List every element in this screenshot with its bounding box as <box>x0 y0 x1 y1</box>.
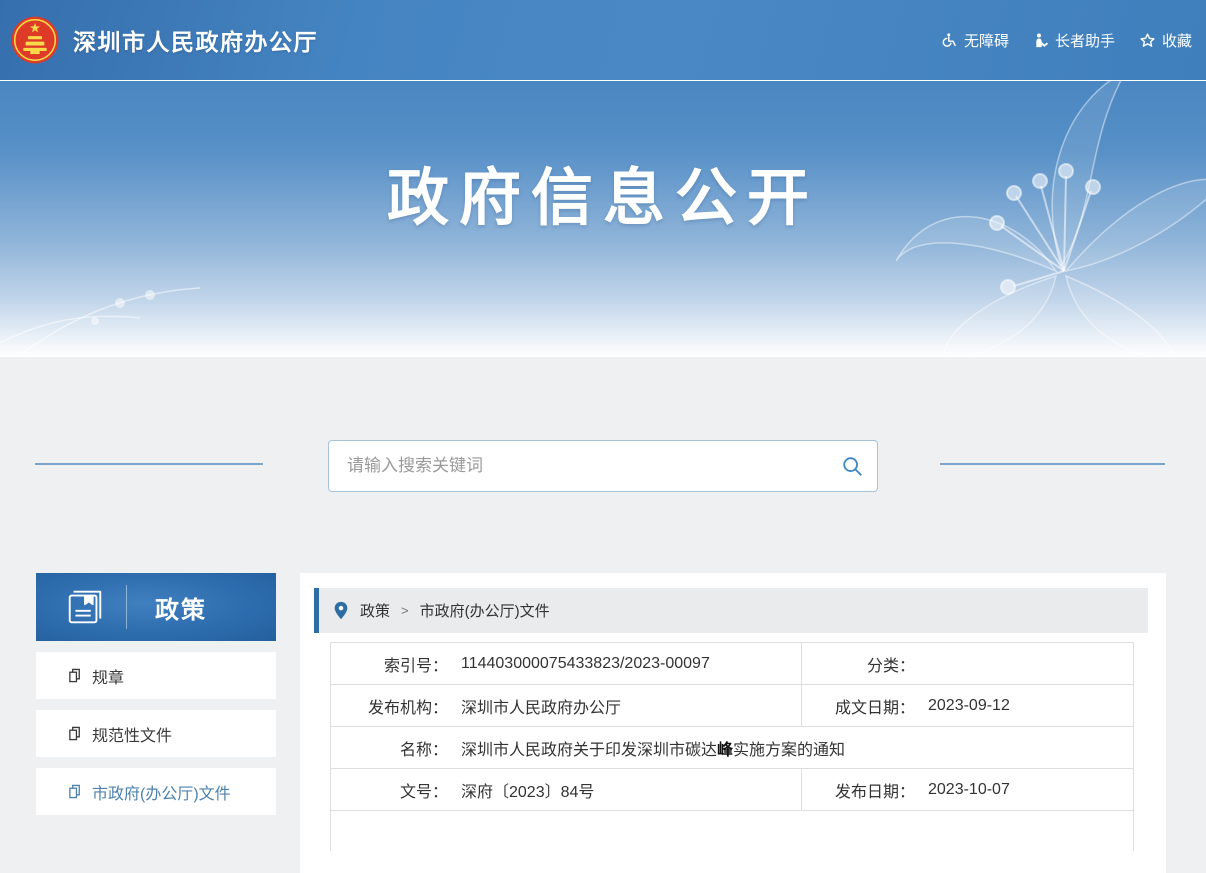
sidebar-header-divider <box>126 585 127 629</box>
document-icon <box>68 726 83 741</box>
elder-assistant-label: 长者助手 <box>1055 30 1115 51</box>
document-detail-card: 政策 > 市政府(办公厅)文件 索引号： 114403000075433823/… <box>300 573 1166 873</box>
accessibility-label: 无障碍 <box>964 30 1009 51</box>
page-title: 政府信息公开 <box>0 147 1206 237</box>
site-title[interactable]: 深圳市人民政府办公厅 <box>73 23 318 57</box>
location-pin-icon <box>333 601 349 620</box>
breadcrumb: 政策 > 市政府(办公厅)文件 <box>314 588 1148 633</box>
banner: 政府信息公开 <box>0 80 1206 357</box>
doc-number-label: 文号： <box>331 778 448 802</box>
breadcrumb-separator: > <box>401 603 409 618</box>
table-row-doc-number: 文号： 深府〔2023〕84号 发布日期： 2023-10-07 <box>331 769 1133 811</box>
table-row-agency: 发布机构： 深圳市人民政府办公厅 成文日期： 2023-09-12 <box>331 685 1133 727</box>
index-number-value: 114403000075433823/2023-00097 <box>461 655 710 673</box>
sidebar-item-regulations[interactable]: 规章 <box>36 652 276 699</box>
search-button[interactable] <box>841 455 863 477</box>
sidebar-item-label: 规范性文件 <box>92 722 172 746</box>
sidebar-item-normative-documents[interactable]: 规范性文件 <box>36 710 276 757</box>
left-decorative-line <box>35 463 263 465</box>
star-icon <box>1139 32 1156 49</box>
national-emblem-icon <box>10 15 60 65</box>
search-box <box>328 440 878 492</box>
index-number-label: 索引号： <box>331 652 448 676</box>
table-row-index: 索引号： 114403000075433823/2023-00097 分类： <box>331 643 1133 685</box>
search-input[interactable] <box>329 456 841 476</box>
breadcrumb-root[interactable]: 政策 <box>360 600 390 621</box>
document-meta-table: 索引号： 114403000075433823/2023-00097 分类： 发… <box>330 642 1134 851</box>
table-row-name: 名称： 深圳市人民政府关于印发深圳市碳达峰实施方案的通知 <box>331 727 1133 769</box>
category-label: 分类： <box>802 652 915 676</box>
publish-date-value: 2023-10-07 <box>928 781 1010 799</box>
written-date-value: 2023-09-12 <box>928 697 1010 715</box>
written-date-label: 成文日期： <box>802 694 915 718</box>
document-name-label: 名称： <box>331 736 448 760</box>
sidebar-item-municipal-government-documents[interactable]: 市政府(办公厅)文件 <box>36 768 276 815</box>
right-decorative-line <box>940 463 1165 465</box>
policy-book-icon <box>64 586 106 628</box>
topbar-links: 无障碍 长者助手 收藏 <box>941 0 1192 80</box>
doc-number-value: 深府〔2023〕84号 <box>461 778 594 802</box>
wheelchair-icon <box>941 32 958 49</box>
elder-assistant-link[interactable]: 长者助手 <box>1033 30 1115 51</box>
accessibility-link[interactable]: 无障碍 <box>941 30 1009 51</box>
table-row-partial <box>331 811 1133 851</box>
topbar: 深圳市人民政府办公厅 无障碍 长者助手 收藏 <box>0 0 1206 80</box>
favorite-link[interactable]: 收藏 <box>1139 30 1192 51</box>
sidebar-item-label: 市政府(办公厅)文件 <box>92 780 231 804</box>
issuing-agency-label: 发布机构： <box>331 694 448 718</box>
document-name-value: 深圳市人民政府关于印发深圳市碳达峰实施方案的通知 <box>461 736 845 760</box>
flower-sprig-decoration <box>0 233 260 357</box>
document-icon <box>68 668 83 683</box>
publish-date-label: 发布日期： <box>802 778 915 802</box>
highlighted-keyword: 峰 <box>717 742 733 759</box>
document-icon <box>68 784 83 799</box>
sidebar: 政策 规章 规范性文件 市政府(办公厅)文件 <box>36 573 276 815</box>
issuing-agency-value: 深圳市人民政府办公厅 <box>461 694 621 718</box>
elder-person-icon <box>1033 32 1049 49</box>
sidebar-item-label: 规章 <box>92 664 124 688</box>
favorite-label: 收藏 <box>1162 30 1192 51</box>
breadcrumb-accent-bar <box>314 588 319 633</box>
sidebar-header: 政策 <box>36 573 276 641</box>
search-icon <box>841 455 863 477</box>
sidebar-title: 政策 <box>155 590 207 625</box>
breadcrumb-current[interactable]: 市政府(办公厅)文件 <box>420 600 550 621</box>
